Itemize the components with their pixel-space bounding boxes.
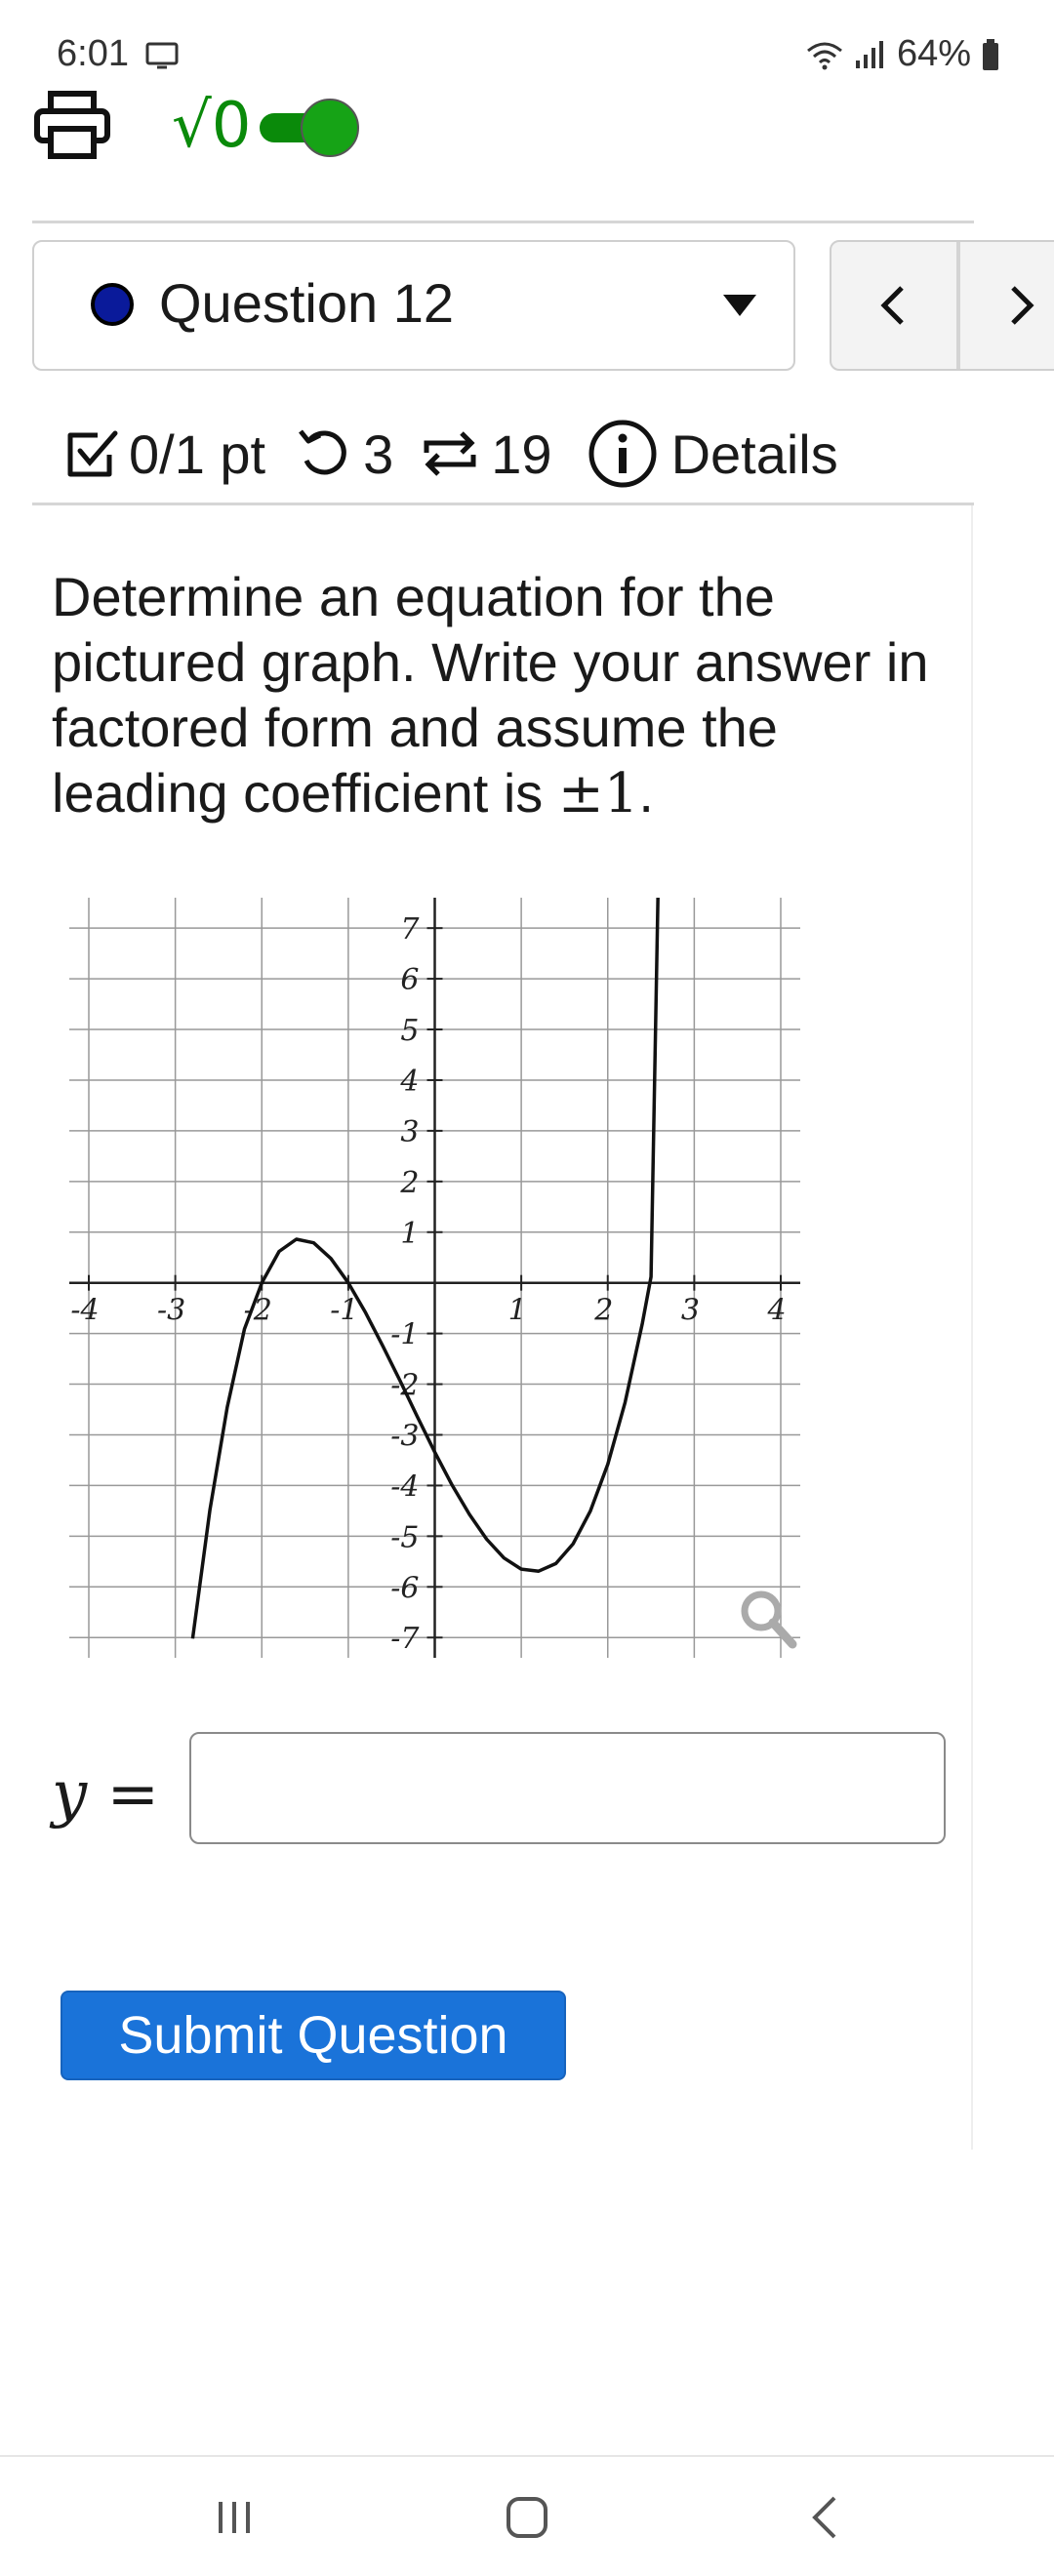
y-tick-label: 4 bbox=[399, 1065, 419, 1099]
wifi-icon bbox=[806, 42, 842, 69]
x-tick-label: 1 bbox=[508, 1294, 527, 1328]
attempts-icon bbox=[424, 431, 476, 476]
question-label: Question 12 bbox=[159, 272, 454, 334]
x-tick-label: 4 bbox=[766, 1294, 786, 1328]
info-divider bbox=[32, 503, 974, 505]
signal-icon bbox=[855, 40, 883, 68]
function-graph: -4 -3 -2 -1 1 2 3 4 7 6 5 4 3 2 1 -1 -2 -3 -4 -5 -6 -7 bbox=[47, 890, 828, 1670]
graph-svg: -4 -3 -2 -1 1 2 3 47654321-1-2-3-4-5-6-7 bbox=[69, 898, 800, 1658]
checkbox-icon bbox=[67, 430, 118, 477]
screen-cast-icon bbox=[145, 42, 179, 69]
y-tick-label: 5 bbox=[400, 1014, 419, 1048]
math-toggle[interactable] bbox=[256, 98, 363, 157]
retries-count: 3 bbox=[363, 423, 394, 485]
recent-apps-button[interactable] bbox=[176, 2478, 293, 2556]
math-logo: √0 bbox=[172, 90, 252, 162]
answer-equals: = bbox=[106, 1758, 160, 1831]
previous-question-button[interactable] bbox=[831, 242, 953, 369]
next-question-button[interactable] bbox=[960, 242, 1054, 369]
y-tick-label: -6 bbox=[390, 1571, 419, 1605]
clock-text: 6:01 bbox=[57, 33, 129, 74]
y-tick-label: -3 bbox=[390, 1419, 419, 1453]
chevron-right-icon bbox=[1010, 286, 1034, 325]
question-period: . bbox=[638, 762, 654, 824]
question-body: Determine an equation for the pictured g… bbox=[52, 566, 929, 824]
recent-apps-icon bbox=[219, 2502, 250, 2533]
status-time: 6:01 bbox=[57, 33, 181, 75]
back-button[interactable] bbox=[766, 2478, 883, 2556]
caret-down-icon bbox=[723, 295, 756, 316]
leading-coefficient: ±1 bbox=[557, 762, 639, 825]
x-tick-label: 2 bbox=[593, 1294, 613, 1328]
info-icon bbox=[588, 420, 657, 488]
retry-icon bbox=[299, 429, 346, 475]
battery-percent: 64% bbox=[896, 33, 971, 74]
status-indicators: 64% bbox=[805, 33, 1000, 75]
y-tick-label: 2 bbox=[399, 1166, 419, 1200]
answer-var: y bbox=[52, 1758, 88, 1831]
y-tick-label: 1 bbox=[400, 1217, 419, 1251]
home-button[interactable] bbox=[468, 2478, 586, 2556]
x-tick-label: 3 bbox=[681, 1294, 700, 1328]
details-label: Details bbox=[670, 423, 838, 485]
chevron-left-icon bbox=[879, 286, 904, 325]
content-right-border bbox=[971, 505, 973, 2150]
y-tick-label: 3 bbox=[400, 1115, 419, 1149]
y-tick-label: -7 bbox=[390, 1622, 420, 1656]
submit-question-button[interactable]: Submit Question bbox=[61, 1991, 566, 2080]
back-icon bbox=[812, 2496, 836, 2539]
question-nav bbox=[830, 240, 1054, 371]
y-tick-label: -5 bbox=[390, 1520, 419, 1554]
y-tick-label: 6 bbox=[400, 963, 419, 997]
system-nav-divider bbox=[0, 2455, 1054, 2457]
details-button[interactable]: Details bbox=[588, 419, 838, 489]
y-tick-label: -4 bbox=[390, 1469, 419, 1504]
toggle-switch-icon bbox=[260, 99, 359, 157]
printer-icon bbox=[34, 91, 110, 159]
home-icon bbox=[507, 2497, 547, 2538]
question-dropdown[interactable]: Question 12 bbox=[32, 240, 795, 371]
answer-label: y = bbox=[52, 1758, 159, 1831]
question-status-dot bbox=[91, 283, 134, 326]
y-tick-label: -1 bbox=[390, 1318, 419, 1352]
points-text: 0/1 pt bbox=[129, 423, 266, 485]
x-tick-label: -1 bbox=[330, 1294, 358, 1328]
question-text: Determine an equation for the pictured g… bbox=[52, 564, 959, 826]
battery-icon bbox=[983, 38, 998, 70]
y-tick-label: 7 bbox=[400, 912, 420, 946]
answer-input[interactable] bbox=[189, 1732, 946, 1844]
attempts-count: 19 bbox=[491, 423, 552, 485]
question-info-row: 0/1 pt 3 19 Details bbox=[64, 415, 838, 493]
x-tick-label: -4 bbox=[70, 1294, 99, 1328]
header-divider bbox=[32, 221, 974, 223]
x-tick-label: -3 bbox=[157, 1294, 185, 1328]
zoom-icon bbox=[741, 1590, 797, 1649]
print-button[interactable] bbox=[33, 90, 111, 160]
